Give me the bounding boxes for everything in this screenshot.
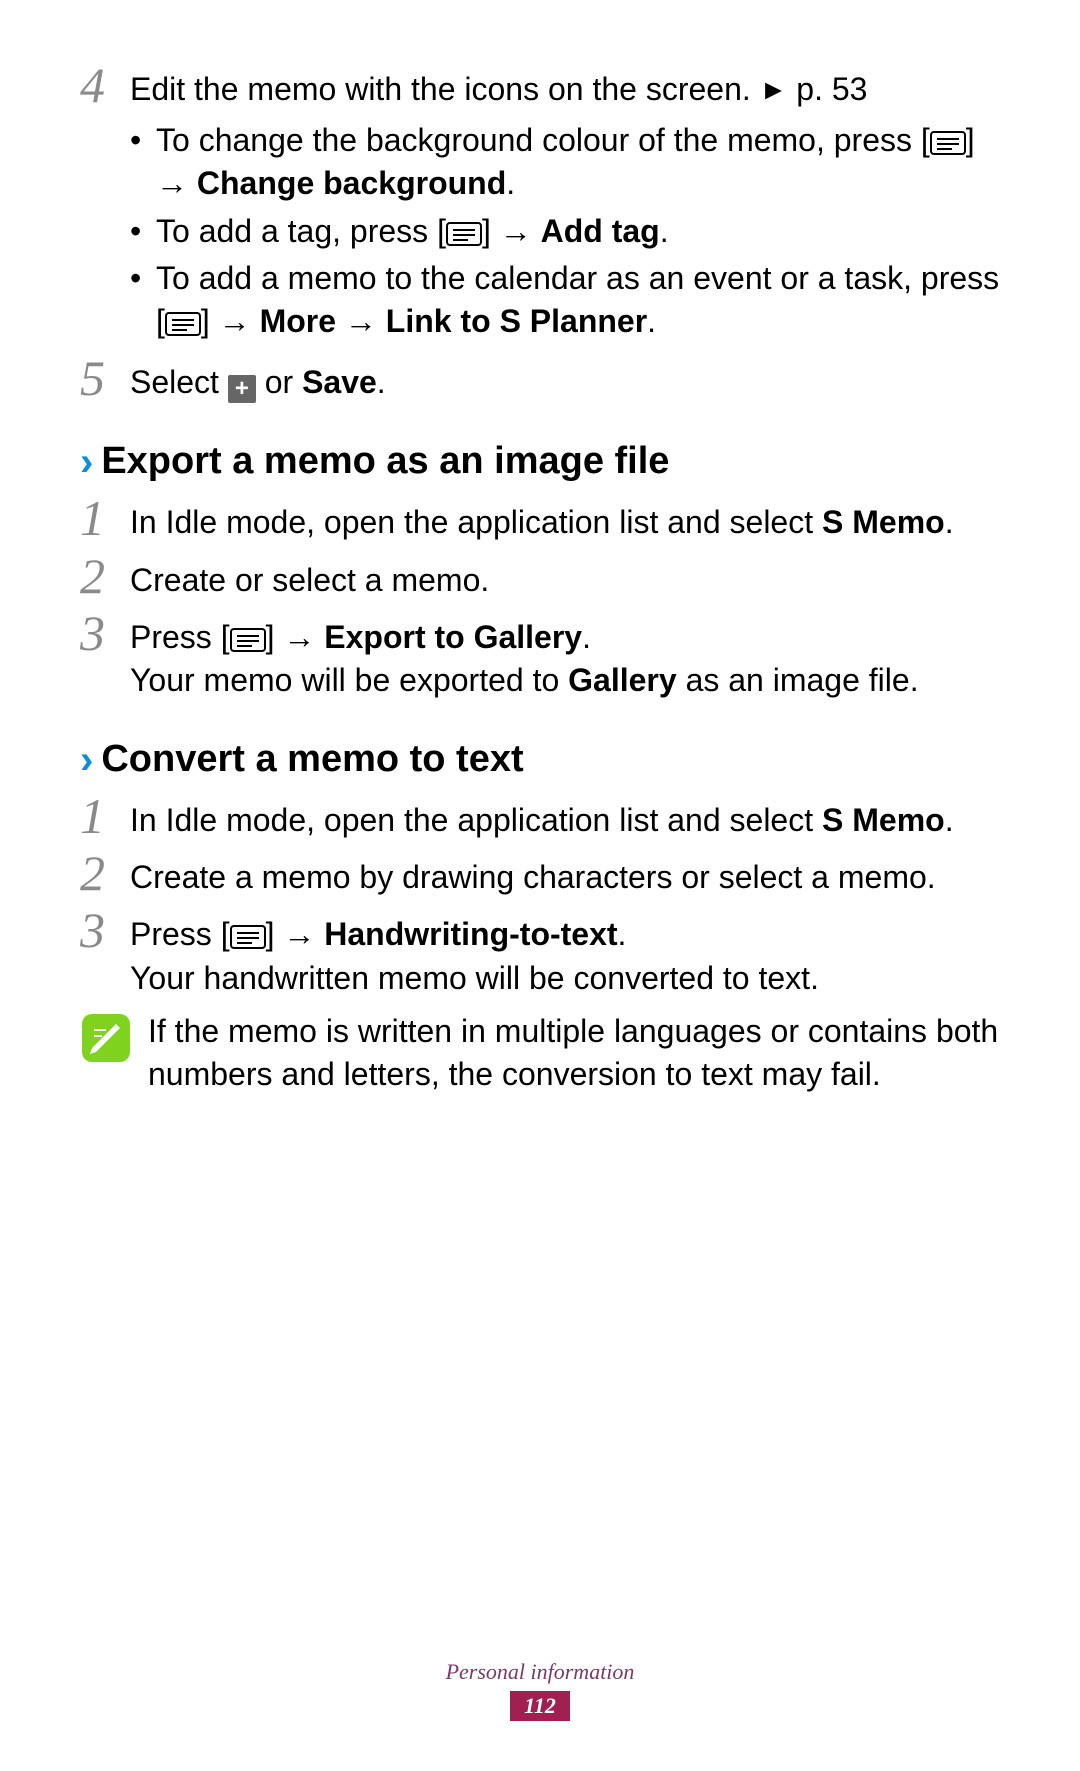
- step-body: Edit the memo with the icons on the scre…: [130, 60, 1000, 347]
- text: To add a tag, press [: [156, 213, 446, 249]
- plus-icon: +: [228, 375, 256, 403]
- step-b2: 2 Create a memo by drawing characters or…: [80, 848, 1000, 899]
- text: .: [647, 303, 656, 339]
- step-b1: 1 In Idle mode, open the application lis…: [80, 791, 1000, 842]
- text-bold: Export to Gallery: [324, 619, 582, 655]
- step-body: Create a memo by drawing characters or s…: [130, 848, 1000, 899]
- step-number: 2: [80, 848, 130, 898]
- menu-icon: [230, 628, 266, 652]
- page-number: 112: [510, 1691, 570, 1721]
- step-body: In Idle mode, open the application list …: [130, 493, 1000, 544]
- bullet-text: To change the background colour of the m…: [156, 119, 1000, 205]
- menu-icon: [446, 222, 482, 246]
- step-number: 1: [80, 791, 130, 841]
- step-body: Create or select a memo.: [130, 551, 1000, 602]
- text: In Idle mode, open the application list …: [130, 802, 822, 838]
- text-bold: Save: [302, 364, 377, 400]
- step-a2: 2 Create or select a memo.: [80, 551, 1000, 602]
- bullet-dot: •: [130, 119, 156, 162]
- text: .: [506, 165, 515, 201]
- page-footer: Personal information 112: [0, 1659, 1080, 1721]
- text: .: [377, 364, 386, 400]
- bullet-item: • To change the background colour of the…: [130, 119, 1000, 205]
- text: as an image file.: [677, 662, 919, 698]
- chevron-icon: ›: [80, 740, 93, 780]
- step-4: 4 Edit the memo with the icons on the sc…: [80, 60, 1000, 347]
- chevron-icon: ›: [80, 442, 93, 482]
- step-number: 5: [80, 353, 130, 403]
- text: In Idle mode, open the application list …: [130, 504, 822, 540]
- step-number: 3: [80, 905, 130, 955]
- text-bold: Change background: [197, 165, 506, 201]
- bullet-dot: •: [130, 257, 156, 300]
- text: Select: [130, 364, 228, 400]
- text: ] →: [266, 916, 325, 952]
- bullet-text: To add a memo to the calendar as an even…: [156, 257, 1000, 343]
- sub-bullets: • To change the background colour of the…: [130, 119, 1000, 343]
- step-number: 4: [80, 60, 130, 110]
- bullet-item: • To add a memo to the calendar as an ev…: [130, 257, 1000, 343]
- step-body: Press [ ] → Export to Gallery. Your memo …: [130, 608, 1000, 702]
- step-number: 1: [80, 493, 130, 543]
- heading-text: Convert a memo to text: [101, 738, 523, 781]
- section-heading-convert: › Convert a memo to text: [80, 738, 1000, 781]
- bullet-text: To add a tag, press [ ] → Add tag.: [156, 210, 1000, 253]
- step-5: 5 Select + or Save.: [80, 353, 1000, 404]
- step-number: 2: [80, 551, 130, 601]
- page-ref: p. 53: [796, 71, 867, 107]
- text: .: [945, 802, 954, 838]
- text: To change the background colour of the m…: [156, 122, 930, 158]
- note-row: If the memo is written in multiple langu…: [80, 1010, 1000, 1096]
- content: 4 Edit the memo with the icons on the sc…: [80, 60, 1000, 1096]
- text: Press [: [130, 619, 230, 655]
- text: .: [945, 504, 954, 540]
- menu-icon: [230, 925, 266, 949]
- text-bold: S Memo: [822, 504, 945, 540]
- heading-text: Export a memo as an image file: [101, 440, 669, 483]
- step-number: 3: [80, 608, 130, 658]
- step-body: Press [ ] → Handwriting-to-text. Your han…: [130, 905, 1000, 999]
- step-body: In Idle mode, open the application list …: [130, 791, 1000, 842]
- bullet-item: • To add a tag, press [ ] → Add tag.: [130, 210, 1000, 253]
- step-b3: 3 Press [ ] → Handwriting-to-text. Your h…: [80, 905, 1000, 999]
- menu-icon: [930, 131, 966, 155]
- text-bold: Gallery: [568, 662, 677, 698]
- text: Your memo will be exported to: [130, 662, 568, 698]
- text: ] →: [201, 303, 260, 339]
- text-bold: More → Link to S Planner: [260, 303, 648, 339]
- text: Edit the memo with the icons on the scre…: [130, 71, 760, 107]
- text: ] →: [482, 213, 541, 249]
- text-bold: Handwriting-to-text: [324, 916, 617, 952]
- text: Your handwritten memo will be converted …: [130, 960, 819, 996]
- step-a3: 3 Press [ ] → Export to Gallery. Your mem…: [80, 608, 1000, 702]
- note-text: If the memo is written in multiple langu…: [148, 1010, 1000, 1096]
- step-a1: 1 In Idle mode, open the application lis…: [80, 493, 1000, 544]
- text-bold: Add tag: [541, 213, 660, 249]
- text: Press [: [130, 916, 230, 952]
- text: .: [582, 619, 591, 655]
- note-icon: [80, 1012, 132, 1064]
- text: or: [256, 364, 302, 400]
- step-body: Select + or Save.: [130, 353, 1000, 404]
- section-heading-export: › Export a memo as an image file: [80, 440, 1000, 483]
- bullet-dot: •: [130, 210, 156, 253]
- menu-icon: [165, 312, 201, 336]
- text: .: [660, 213, 669, 249]
- text-bold: S Memo: [822, 802, 945, 838]
- footer-category: Personal information: [0, 1659, 1080, 1685]
- text: ] →: [266, 619, 325, 655]
- play-icon: ►: [760, 71, 788, 109]
- text: .: [618, 916, 627, 952]
- manual-page: 4 Edit the memo with the icons on the sc…: [0, 0, 1080, 1771]
